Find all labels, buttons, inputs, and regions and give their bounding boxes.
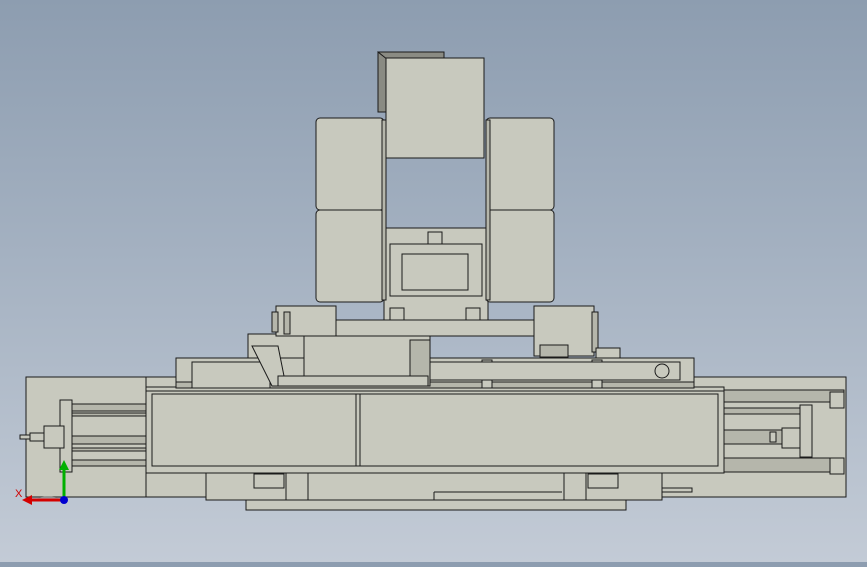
top-motor (377, 50, 485, 159)
slant-block (247, 333, 431, 387)
cad-graphics-viewport[interactable]: X (0, 0, 867, 562)
machine-model-front-view[interactable] (0, 0, 867, 562)
right-motor-stack (485, 117, 555, 303)
y-axis-arrowhead-icon (59, 460, 69, 470)
z-axis-dot-icon (60, 496, 68, 504)
main-cross-beam (145, 386, 725, 474)
triad-x-label: X (15, 488, 23, 500)
rail-deck (175, 357, 695, 389)
left-motor-stack (315, 117, 387, 303)
x-axis-arrowhead-icon (22, 495, 32, 505)
orientation-triad: X (15, 460, 69, 505)
center-frame (383, 227, 489, 321)
lower-carriage (205, 469, 693, 511)
